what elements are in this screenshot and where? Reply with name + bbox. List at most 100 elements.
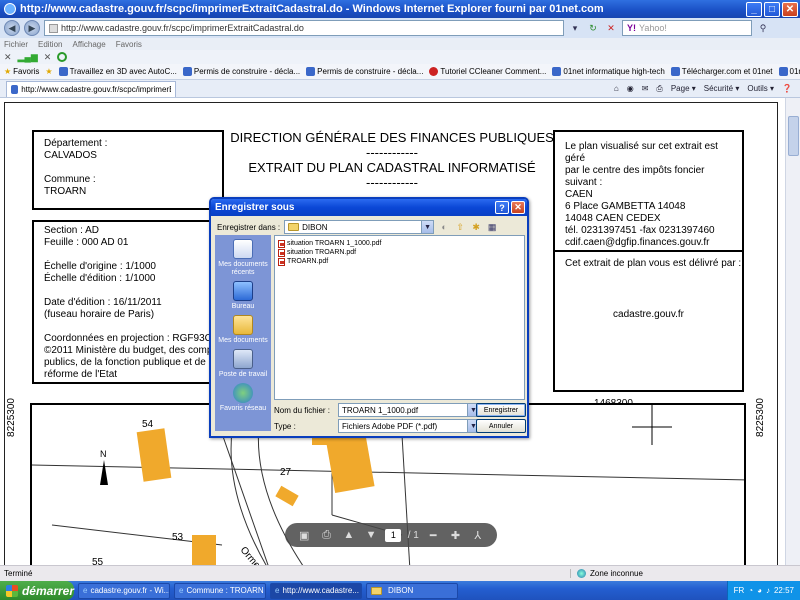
favorite-item[interactable]: Travaillez en 3D avec AutoC... — [58, 67, 177, 76]
minimize-button[interactable]: _ — [746, 1, 762, 17]
save-icon[interactable]: ▣ — [296, 528, 312, 542]
taskbar-item[interactable]: e http://www.cadastre... — [270, 582, 362, 599]
back-button[interactable]: ◀ — [4, 20, 20, 36]
back-icon[interactable]: ◐ — [438, 221, 450, 233]
page-menu[interactable]: Page ▾ — [671, 84, 696, 94]
dialog-title: Enregistrer sous — [215, 202, 295, 213]
place-recent[interactable]: Mes documents récents — [216, 239, 270, 277]
favorites-button[interactable]: ★ Favoris — [4, 67, 39, 76]
help-icon[interactable]: ❓ — [782, 84, 792, 94]
file-item[interactable]: situation TROARN.pdf — [278, 248, 521, 257]
address-input[interactable]: http://www.cadastre.gouv.fr/scpc/imprime… — [44, 20, 564, 36]
places-bar: Mes documents récents Bureau Mes documen… — [215, 235, 271, 431]
favorite-label: Permis de construire - décla... — [193, 67, 301, 76]
globe-icon — [577, 569, 586, 578]
file-item[interactable]: situation TROARN 1_1000.pdf — [278, 239, 521, 248]
desktop-icon — [233, 281, 253, 301]
lookin-row: Enregistrer dans : DIBON ▼ ◐ ⇧ ✱ ▦ — [217, 220, 498, 234]
favorite-item[interactable]: 01net informatique high-tech — [552, 67, 665, 76]
address-dropdown-icon[interactable]: ▾ — [568, 21, 582, 35]
refresh-icon[interactable]: ↻ — [586, 21, 600, 35]
maximize-button[interactable]: □ — [764, 1, 780, 17]
info-line: 6 Place GAMBETTA 14048 — [565, 201, 686, 212]
pdf-file-icon — [278, 239, 285, 248]
tools-menu[interactable]: Outils ▾ — [747, 84, 774, 94]
save-button[interactable]: Enregistrer — [476, 403, 526, 417]
lookin-combo[interactable]: DIBON ▼ — [284, 220, 435, 234]
place-network[interactable]: Favoris réseau — [216, 383, 270, 413]
start-button[interactable]: démarrer — [0, 581, 74, 600]
close-toolbar-icon[interactable]: ✕ — [4, 52, 12, 63]
delivered-by: cadastre.gouv.fr — [613, 309, 684, 320]
tray-icon[interactable]: ◔ — [748, 586, 753, 595]
search-icon[interactable]: ⚲ — [756, 21, 770, 35]
menu-edition[interactable]: Edition — [38, 40, 62, 49]
zoom-out-icon[interactable]: ━ — [425, 528, 441, 542]
coord-left: 8225300 — [6, 398, 17, 437]
search-placeholder: Yahoo! — [639, 23, 667, 33]
adobe-icon[interactable]: ⅄ — [470, 528, 486, 542]
next-page-icon[interactable]: ▼ — [363, 528, 379, 542]
up-folder-icon[interactable]: ⇧ — [454, 221, 466, 233]
place-desktop[interactable]: Bureau — [216, 281, 270, 311]
favorite-item[interactable]: 01men le net masculin — [778, 67, 800, 76]
new-folder-icon[interactable]: ✱ — [470, 221, 482, 233]
favorite-item[interactable]: Permis de construire - décla... — [182, 67, 301, 76]
close-button[interactable]: ✕ — [782, 1, 798, 17]
search-input[interactable]: Y! Yahoo! — [622, 20, 752, 36]
tab-row: http://www.cadastre.gouv.fr/scpc/imprime… — [0, 80, 800, 98]
security-menu[interactable]: Sécurité ▾ — [704, 84, 740, 94]
window-titlebar: http://www.cadastre.gouv.fr/scpc/imprime… — [0, 0, 800, 18]
type-select[interactable]: Fichiers Adobe PDF (*.pdf) ▼ — [338, 419, 480, 433]
status-bar: Terminé Zone inconnue — [0, 565, 800, 581]
place-my-computer[interactable]: Poste de travail — [216, 349, 270, 379]
mail-icon[interactable]: ✉ — [642, 84, 649, 94]
dialog-help-button[interactable]: ? — [495, 201, 509, 214]
place-label: Bureau — [231, 303, 255, 310]
system-tray: FR ◔ ◕ ♪ 22:57 — [726, 581, 800, 600]
tab-cadastre[interactable]: http://www.cadastre.gouv.fr/scpc/imprime… — [6, 80, 176, 97]
taskbar-item[interactable]: e cadastre.gouv.fr - Wi... — [78, 582, 170, 599]
menu-favoris[interactable]: Favoris — [116, 40, 142, 49]
favorite-label: Tutoriel CCleaner Comment... — [440, 67, 547, 76]
favorite-item[interactable]: Permis de construire - décla... — [306, 67, 423, 76]
page-number-input[interactable]: 1 — [385, 528, 402, 542]
favorite-item[interactable]: Télécharger.com et 01net — [670, 67, 773, 76]
vertical-scrollbar[interactable] — [785, 98, 800, 565]
view-menu-icon[interactable]: ▦ — [486, 221, 498, 233]
file-item[interactable]: TROARN.pdf — [278, 257, 521, 266]
print-icon[interactable]: ⎙ — [656, 84, 662, 94]
scroll-thumb[interactable] — [788, 116, 799, 156]
menu-affichage[interactable]: Affichage — [72, 40, 105, 49]
green-circle-icon — [57, 52, 68, 62]
taskbar-item[interactable]: e Commune : TROARN ... — [174, 582, 266, 599]
parcel-number: 55 — [92, 557, 104, 565]
print-icon[interactable]: ⎙ — [318, 528, 334, 542]
language-indicator[interactable]: FR — [734, 586, 745, 595]
address-toolbar: ◀ ▶ http://www.cadastre.gouv.fr/scpc/imp… — [0, 18, 800, 38]
volume-icon[interactable]: ♪ — [766, 586, 770, 595]
cancel-button[interactable]: Annuler — [476, 419, 526, 433]
extrait-title: EXTRAIT DU PLAN CADASTRAL INFORMATISÉ — [248, 160, 536, 175]
forward-button[interactable]: ▶ — [24, 20, 40, 36]
zoom-in-icon[interactable]: ✚ — [447, 528, 463, 542]
dialog-close-button[interactable]: ✕ — [511, 201, 525, 214]
taskbar-item[interactable]: DIBON — [366, 582, 458, 599]
tray-icon[interactable]: ◕ — [757, 586, 762, 595]
prev-page-icon[interactable]: ▲ — [341, 528, 357, 542]
dept-label: Département : — [44, 138, 108, 149]
filename-input[interactable]: TROARN 1_1000.pdf ▼ — [338, 403, 480, 417]
stop-icon[interactable]: ✕ — [604, 21, 618, 35]
place-my-documents[interactable]: Mes documents — [216, 315, 270, 345]
favorite-item[interactable]: Tutoriel CCleaner Comment... — [429, 67, 546, 76]
close-toolbar-icon-2[interactable]: ✕ — [44, 52, 52, 63]
coord-right: 8225300 — [755, 398, 766, 437]
feeds-icon[interactable]: ◉ — [627, 84, 634, 94]
copyright-line: publics, de la fonction publique et de l… — [44, 357, 217, 368]
home-icon[interactable]: ⌂ — [614, 84, 619, 94]
windows-flag-icon — [6, 584, 18, 597]
menu-fichier[interactable]: Fichier — [4, 40, 28, 49]
add-favorite-icon[interactable]: ★ — [45, 67, 52, 76]
ie-page-icon — [552, 67, 562, 76]
copyright-line: ©2011 Ministère du budget, des comptes — [44, 345, 226, 356]
